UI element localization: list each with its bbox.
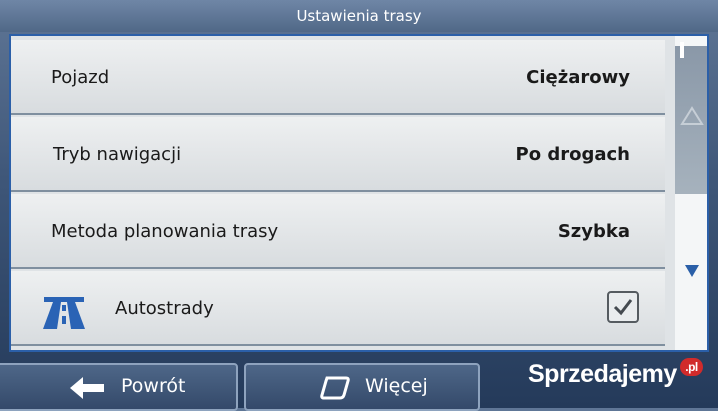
- highway-icon: [41, 289, 87, 329]
- watermark-suffix: .pl: [680, 358, 703, 376]
- back-button-label: Powrót: [121, 375, 186, 397]
- triangle-up-icon: [680, 106, 704, 125]
- triangle-down-icon: [685, 265, 699, 277]
- setting-label: Tryb nawigacji: [53, 144, 182, 165]
- setting-value: Po drogach: [515, 144, 630, 165]
- scroll-thumb[interactable]: [680, 42, 684, 58]
- toggle-label: Autostrady: [115, 298, 214, 319]
- scroll-up-button[interactable]: [675, 96, 707, 136]
- setting-row-route-method[interactable]: Metoda planowania trasy Szybka: [11, 194, 665, 269]
- scrollbar[interactable]: [675, 36, 707, 350]
- setting-value: Szybka: [557, 221, 630, 242]
- back-button[interactable]: Powrót: [0, 363, 238, 411]
- more-options-icon: [320, 376, 350, 400]
- setting-value: Ciężarowy: [526, 67, 630, 88]
- watermark-logo: Sprzedajemy .pl: [528, 358, 703, 389]
- setting-row-vehicle[interactable]: Pojazd Ciężarowy: [11, 40, 665, 115]
- scroll-down-button[interactable]: [675, 256, 707, 286]
- more-button[interactable]: Więcej: [244, 363, 480, 411]
- watermark-text: Sprzedajemy: [528, 360, 677, 388]
- arrow-left-icon: [70, 377, 104, 399]
- setting-label: Pojazd: [51, 67, 110, 88]
- settings-list: Pojazd Ciężarowy Tryb nawigacji Po droga…: [9, 34, 709, 352]
- setting-row-navigation-mode[interactable]: Tryb nawigacji Po drogach: [11, 117, 665, 192]
- setting-label: Metoda planowania trasy: [51, 221, 279, 242]
- checkmark-icon: [613, 299, 633, 316]
- highways-checkbox[interactable]: [607, 291, 639, 323]
- toggle-row-highways[interactable]: Autostrady: [11, 271, 665, 346]
- page-title: Ustawienia trasy: [0, 0, 718, 32]
- more-button-label: Więcej: [365, 375, 428, 397]
